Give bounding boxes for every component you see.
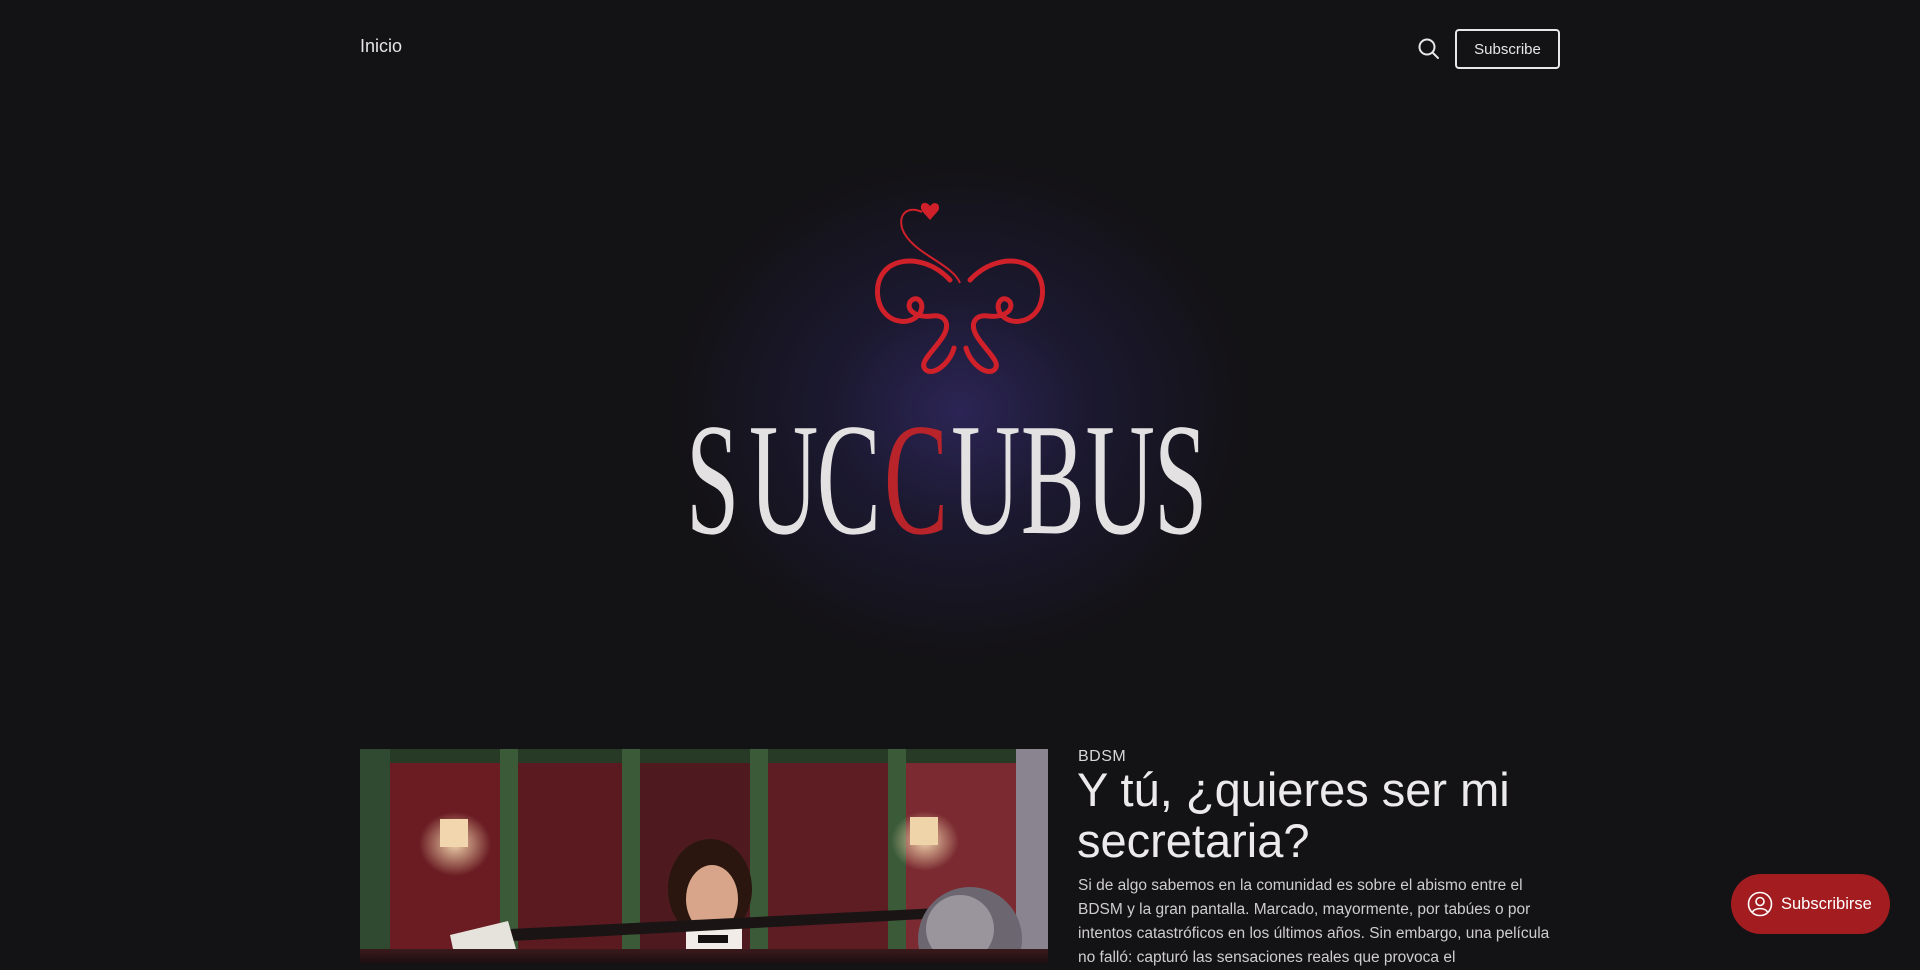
logo-letter: B <box>1021 395 1085 545</box>
logo-letter: U <box>951 395 1020 545</box>
search-icon[interactable] <box>1416 36 1442 62</box>
portal-subscribe-label: Subscribirse <box>1781 894 1872 913</box>
site-header: Inicio Subscribe <box>0 0 1920 96</box>
logo-letter-accent: C <box>884 395 948 545</box>
featured-post-image[interactable] <box>360 749 1048 963</box>
subscribe-button[interactable]: Subscribe <box>1455 29 1560 69</box>
portal-subscribe-button[interactable]: Subscribirse <box>1731 874 1890 934</box>
logo-letter: C <box>817 395 881 545</box>
user-circle-icon <box>1747 891 1773 917</box>
logo-letter: U <box>749 395 818 545</box>
logo-wordmark: S U C C U B U S <box>686 395 1207 545</box>
post-title[interactable]: Y tú, ¿quieres ser mi secretaria? <box>1077 764 1577 866</box>
logo-letter: U <box>1086 395 1155 545</box>
logo-emblem <box>875 202 1045 374</box>
logo-letter: S <box>1154 395 1207 545</box>
logo-letter: S <box>686 395 739 545</box>
nav-item-inicio[interactable]: Inicio <box>360 36 402 57</box>
post-excerpt: Si de algo sabemos en la comunidad es so… <box>1078 877 1550 966</box>
